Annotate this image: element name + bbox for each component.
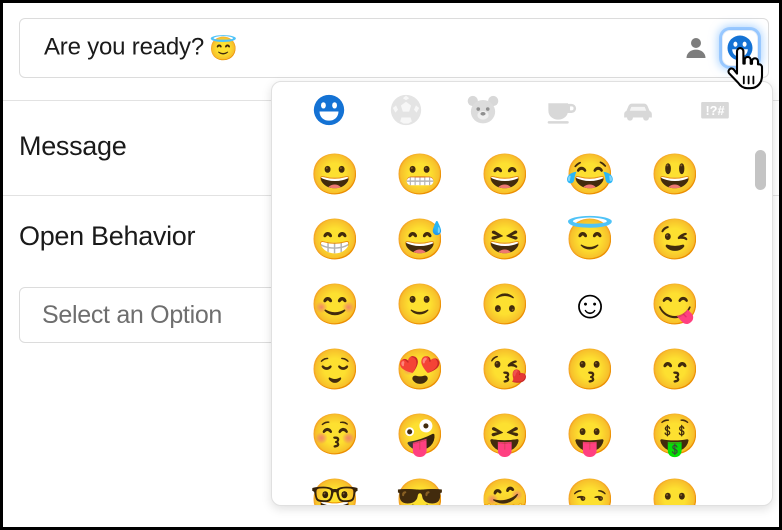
emoji-row: 😌 😍 😘 😗 😙 (272, 337, 742, 402)
emoji-button[interactable]: 😃 (634, 142, 716, 207)
open-behavior-label: Open Behavior (19, 221, 196, 251)
emoji-button[interactable]: 😶 (634, 467, 716, 506)
svg-text:!?#: !?# (706, 103, 725, 118)
person-icon-button[interactable] (680, 32, 712, 64)
emoji-button[interactable]: 😀 (294, 142, 376, 207)
emoji-button[interactable]: 😚 (294, 402, 376, 467)
emoji-button[interactable]: 😄 (464, 142, 546, 207)
soccer-ball-icon (389, 93, 423, 127)
symbols-icon: !?# (698, 93, 732, 127)
emoji-row: 😊 🙂 🙃 ☺ 😋 (272, 272, 742, 337)
emoji-category-tabs: !?# (272, 82, 772, 138)
message-input-value: Are you ready? (44, 33, 204, 61)
tab-activities[interactable] (367, 86, 444, 134)
emoji-grid: 😀 😬 😄 😂 😃 😁 😅 😆 😇 😉 😊 🙂 🙃 ☺ 😋 😌 😍 😘 😗 😙 😚 🤪 😝 😛 🤑 🤓 😎 🤗 😏 😶 (272, 138, 742, 506)
emoji-button[interactable]: 🤪 (379, 402, 461, 467)
emoji-button[interactable]: 😎 (379, 467, 461, 506)
emoji-button[interactable]: 😙 (634, 337, 716, 402)
emoji-button[interactable]: 😛 (549, 402, 631, 467)
message-input-text: Are you ready? 😇 (44, 33, 238, 63)
tab-smileys-people[interactable] (290, 86, 367, 134)
input-action-buttons (680, 30, 758, 66)
smiley-face-icon (312, 93, 346, 127)
emoji-button[interactable]: 😋 (634, 272, 716, 337)
emoji-button[interactable]: 😇 (549, 207, 631, 272)
scrollbar-track[interactable] (755, 142, 767, 502)
tab-symbols[interactable]: !?# (677, 86, 754, 134)
tab-animals-nature[interactable] (445, 86, 522, 134)
emoji-row: 😁 😅 😆 😇 😉 (272, 207, 742, 272)
emoji-row: 🤓 😎 🤗 😏 😶 (272, 467, 742, 506)
emoji-button[interactable]: 😬 (379, 142, 461, 207)
coffee-cup-icon (544, 93, 578, 127)
car-icon (621, 93, 655, 127)
emoji-button[interactable]: 😉 (634, 207, 716, 272)
app-window: Are you ready? 😇 Message Open Behavior S… (0, 0, 782, 530)
emoji-button[interactable]: 🤗 (464, 467, 546, 506)
emoji-button[interactable]: ☺ (549, 272, 631, 337)
emoji-button[interactable]: 🤑 (634, 402, 716, 467)
emoji-button[interactable]: 🙃 (464, 272, 546, 337)
emoji-button[interactable]: 😆 (464, 207, 546, 272)
emoji-button[interactable]: 😗 (549, 337, 631, 402)
emoji-grid-scroll-area[interactable]: 😀 😬 😄 😂 😃 😁 😅 😆 😇 😉 😊 🙂 🙃 ☺ 😋 😌 😍 😘 😗 😙 😚 🤪 😝 😛 🤑 🤓 😎 🤗 😏 😶 (272, 138, 772, 506)
message-section-label: Message (19, 131, 127, 161)
scrollbar-thumb[interactable] (755, 150, 766, 190)
emoji-button[interactable]: 😊 (294, 272, 376, 337)
emoji-button[interactable]: 😝 (464, 402, 546, 467)
emoji-button[interactable]: 😍 (379, 337, 461, 402)
smiley-face-icon (726, 34, 754, 62)
tab-food-drink[interactable] (522, 86, 599, 134)
emoji-button[interactable]: 🙂 (379, 272, 461, 337)
open-behavior-select[interactable]: Select an Option (19, 287, 304, 343)
message-input-field[interactable]: Are you ready? 😇 (19, 18, 769, 78)
emoji-button[interactable]: 🤓 (294, 467, 376, 506)
emoji-button[interactable]: 😘 (464, 337, 546, 402)
emoji-row: 😀 😬 😄 😂 😃 (272, 142, 742, 207)
emoji-picker-toggle-button[interactable] (722, 30, 758, 66)
emoji-button[interactable]: 😂 (549, 142, 631, 207)
select-placeholder-text: Select an Option (42, 300, 223, 329)
message-trailing-emoji: 😇 (208, 35, 238, 62)
person-icon (683, 35, 709, 61)
emoji-row: 😚 🤪 😝 😛 🤑 (272, 402, 742, 467)
emoji-button[interactable]: 😏 (549, 467, 631, 506)
emoji-button[interactable]: 😁 (294, 207, 376, 272)
emoji-button[interactable]: 😌 (294, 337, 376, 402)
bear-face-icon (466, 93, 500, 127)
emoji-button[interactable]: 😅 (379, 207, 461, 272)
emoji-picker-panel: !?# 😀 😬 😄 😂 😃 😁 😅 😆 😇 😉 😊 🙂 🙃 ☺ 😋 😌 😍 😘 😗 😙 😚 🤪 😝 😛 🤑 🤓 😎 🤗 😏 😶 (271, 81, 773, 506)
tab-travel-places[interactable] (599, 86, 676, 134)
